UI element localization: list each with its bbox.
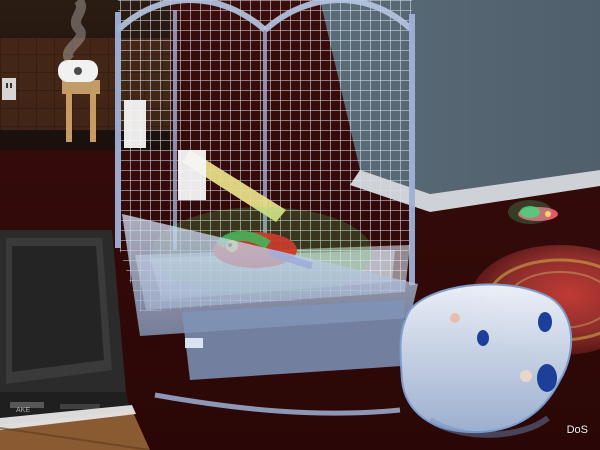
toy-area: [508, 200, 558, 224]
glowing-toy[interactable]: [508, 200, 558, 224]
watermark: DoS: [566, 424, 588, 436]
game-scene: AKE DoS: [0, 0, 600, 450]
